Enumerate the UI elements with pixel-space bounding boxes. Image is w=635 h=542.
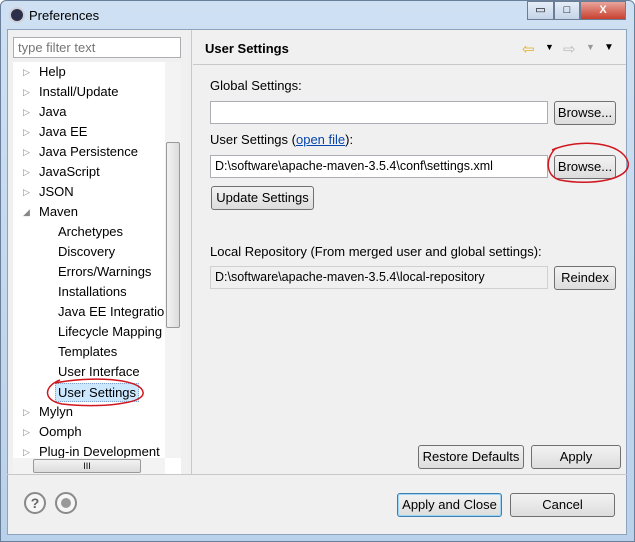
open-file-link[interactable]: open file bbox=[296, 132, 345, 147]
global-browse-button[interactable]: Browse... bbox=[554, 101, 616, 125]
maximize-button[interactable]: □ bbox=[554, 1, 580, 20]
user-settings-input[interactable]: D:\software\apache-maven-3.5.4\conf\sett… bbox=[210, 155, 548, 178]
tree-item-label: Lifecycle Mapping bbox=[58, 324, 163, 339]
local-repository-label: Local Repository (From merged user and g… bbox=[210, 244, 542, 259]
eclipse-app-icon bbox=[9, 7, 25, 23]
tree-item-label: Maven bbox=[39, 204, 79, 219]
page-title: User Settings bbox=[205, 41, 289, 56]
tree-item-label: Help bbox=[39, 64, 66, 79]
forward-arrow-icon[interactable]: ⇨ bbox=[563, 40, 576, 58]
expand-arrow-icon[interactable]: ▷ bbox=[23, 82, 30, 102]
tree-item-label: User Interface bbox=[58, 364, 140, 379]
apply-and-close-button[interactable]: Apply and Close bbox=[397, 493, 502, 517]
expand-arrow-icon[interactable]: ▷ bbox=[23, 142, 30, 162]
oomph-record-icon[interactable] bbox=[55, 492, 77, 514]
tree-item-label: Java EE Integration bbox=[58, 304, 172, 319]
tree-item-label: JSON bbox=[39, 184, 74, 199]
back-arrow-icon[interactable]: ⇦ bbox=[522, 40, 535, 58]
help-icon[interactable]: ? bbox=[24, 492, 46, 514]
close-button[interactable]: X bbox=[580, 1, 626, 20]
forward-dropdown-icon[interactable]: ▼ bbox=[586, 42, 595, 52]
tree-item-label: Mylyn bbox=[39, 404, 73, 419]
filter-input[interactable] bbox=[13, 37, 181, 58]
update-settings-button[interactable]: Update Settings bbox=[211, 186, 314, 210]
header-divider bbox=[193, 64, 626, 65]
local-repository-input: D:\software\apache-maven-3.5.4\local-rep… bbox=[210, 266, 548, 289]
user-settings-label-suffix: ): bbox=[345, 132, 354, 147]
collapse-arrow-icon[interactable]: ◢ bbox=[23, 202, 30, 222]
tree-item-label: Java EE bbox=[39, 124, 88, 139]
user-settings-label: User Settings (open file): bbox=[210, 132, 353, 147]
global-settings-input[interactable] bbox=[210, 101, 548, 124]
user-settings-label-text: User Settings ( bbox=[210, 132, 296, 147]
view-menu-icon[interactable]: ▼ bbox=[604, 42, 614, 53]
divider bbox=[191, 30, 192, 474]
restore-defaults-button[interactable]: Restore Defaults bbox=[418, 445, 524, 469]
tree-item-label: Installations bbox=[58, 284, 127, 299]
expand-arrow-icon[interactable]: ▷ bbox=[23, 122, 30, 142]
minimize-button[interactable]: ▭ bbox=[527, 1, 554, 20]
tree-item-label: Templates bbox=[58, 344, 118, 359]
footer-divider bbox=[7, 474, 627, 475]
tree-item-label: User Settings bbox=[55, 383, 140, 402]
expand-arrow-icon[interactable]: ▷ bbox=[23, 182, 30, 202]
vertical-scroll-thumb[interactable] bbox=[166, 142, 180, 328]
expand-arrow-icon[interactable]: ▷ bbox=[23, 402, 30, 422]
tree-item-label: Java bbox=[39, 104, 67, 119]
window-title: Preferences bbox=[29, 8, 100, 23]
tree-item-label: Errors/Warnings bbox=[58, 264, 152, 279]
horizontal-scroll-thumb[interactable]: III bbox=[33, 459, 141, 473]
expand-arrow-icon[interactable]: ▷ bbox=[23, 422, 30, 442]
tree-item-label: Archetypes bbox=[58, 224, 124, 239]
expand-arrow-icon[interactable]: ▷ bbox=[23, 102, 30, 122]
tree-item-label: JavaScript bbox=[39, 164, 100, 179]
preference-tree: ▷ Plug-in Development ▷ Oomph ▷ Mylyn User Set… bbox=[13, 62, 181, 474]
expand-arrow-icon[interactable]: ▷ bbox=[23, 162, 30, 182]
tree-item-label: Java Persistence bbox=[39, 144, 138, 159]
user-browse-button[interactable]: Browse... bbox=[554, 155, 616, 179]
cancel-button[interactable]: Cancel bbox=[510, 493, 615, 517]
reindex-button[interactable]: Reindex bbox=[554, 266, 616, 290]
expand-arrow-icon[interactable]: ▷ bbox=[23, 62, 30, 82]
global-settings-label: Global Settings: bbox=[210, 78, 302, 93]
tree-item-label: Discovery bbox=[58, 244, 116, 259]
back-dropdown-icon[interactable]: ▼ bbox=[545, 42, 554, 52]
tree-item-label: Oomph bbox=[39, 424, 82, 439]
tree-item-label: Install/Update bbox=[39, 84, 119, 99]
apply-button[interactable]: Apply bbox=[531, 445, 621, 469]
record-dot-icon bbox=[61, 498, 71, 508]
